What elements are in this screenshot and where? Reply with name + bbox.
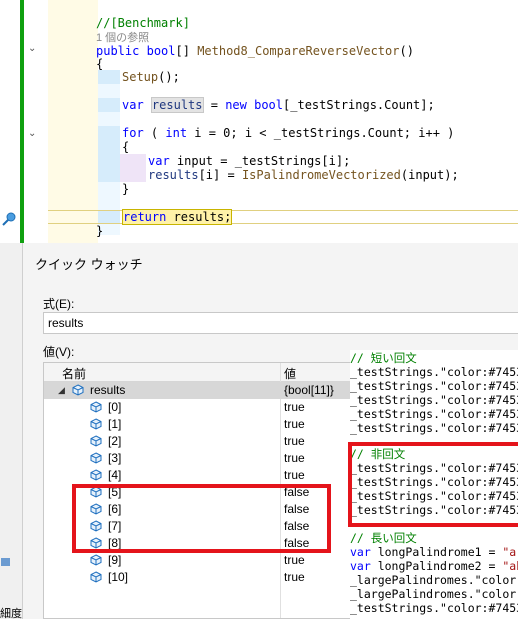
- long-palindrome-comment: // 長い回文: [350, 531, 417, 545]
- expression-input[interactable]: [43, 312, 518, 334]
- column-header-name[interactable]: 名前: [62, 365, 86, 382]
- false-values-highlight-box: [72, 484, 331, 553]
- value-cube-icon: [90, 435, 102, 447]
- tree-row-root[interactable]: ◢ results {bool[11]}: [44, 382, 372, 399]
- code-line: var longPalindrome1 = "a".: [350, 545, 518, 559]
- item-value: true: [284, 570, 305, 584]
- column-header-value[interactable]: 値: [284, 365, 296, 382]
- dialog-title: クイック ウォッチ: [35, 257, 143, 272]
- benchmark-comment: //[Benchmark]: [96, 16, 190, 30]
- scope-highlight: [98, 70, 120, 84]
- item-index: [3]: [108, 451, 122, 465]
- grid-header: 名前 値: [44, 363, 372, 382]
- return-statement: return results;: [122, 209, 233, 225]
- code-line: _largePalindromes."color:#74531f">Add(lo…: [350, 587, 518, 601]
- collapse-icon[interactable]: ⌄: [28, 44, 38, 54]
- method-signature: public bool[] Method8_CompareReverseVect…: [96, 44, 414, 58]
- value-cube-icon: [90, 571, 102, 583]
- setup-call: Setup();: [122, 70, 180, 84]
- indent-guide: [48, 0, 98, 243]
- code-line: _testStrings."color:#74531f">Add("deifie…: [350, 407, 518, 421]
- item-index: [4]: [108, 468, 122, 482]
- item-index: [0]: [108, 400, 122, 414]
- tree-row[interactable]: [9] true: [44, 552, 372, 569]
- item-value: true: [284, 400, 305, 414]
- tree-row[interactable]: [4] true: [44, 467, 372, 484]
- brace-open: {: [96, 57, 104, 71]
- object-cube-icon: [72, 384, 84, 396]
- brace-close: }: [96, 224, 104, 238]
- root-value: {bool[11]}: [284, 383, 334, 397]
- change-indicator-bar: [20, 0, 24, 243]
- code-line: _testStrings."color:#74531f">Add("radar"…: [350, 379, 518, 393]
- item-index: [2]: [108, 434, 122, 448]
- value-cube-icon: [90, 452, 102, 464]
- item-value: true: [284, 553, 305, 567]
- tree-row[interactable]: [1] true: [44, 416, 372, 433]
- scope-highlight: [98, 126, 120, 182]
- item-value: true: [284, 417, 305, 431]
- scope-highlight: [120, 154, 146, 182]
- item-value: true: [284, 451, 305, 465]
- current-line-highlight: [48, 210, 518, 224]
- tree-row[interactable]: [10] true: [44, 569, 372, 586]
- value-cube-icon: [90, 401, 102, 413]
- input-assignment: var input = _testStrings[i];: [148, 154, 351, 168]
- results-declaration: var results = new bool[_testStrings.Coun…: [122, 97, 435, 113]
- panel-icon: [1, 558, 10, 566]
- item-index: [10]: [108, 570, 129, 584]
- item-value: true: [284, 468, 305, 482]
- value-label: 値(V):: [43, 345, 75, 359]
- scope-highlight: [98, 98, 120, 112]
- item-index: [1]: [108, 417, 122, 431]
- code-line: _testStrings."color:#74531f">Add("level"…: [350, 365, 518, 379]
- code-line: _testStrings."color:#74531f">Add("civic"…: [350, 393, 518, 407]
- code-line: _testStrings."color:#74531f">Add("raceca…: [350, 421, 518, 435]
- code-line: _largePalindromes."color:#74531f">Add(lo…: [350, 573, 518, 587]
- tree-row[interactable]: [0] true: [44, 399, 372, 416]
- short-palindrome-comment: // 短い回文: [350, 351, 417, 365]
- item-index: [9]: [108, 553, 122, 567]
- pin-icon[interactable]: [0, 210, 18, 228]
- value-cube-icon: [90, 554, 102, 566]
- codelens-reference-hint[interactable]: 1 個の参照: [96, 30, 149, 45]
- code-line: var longPalindrome2 = "abc: [350, 559, 518, 573]
- root-name: results: [90, 383, 126, 397]
- expression-label: 式(E):: [43, 297, 75, 311]
- non-palindrome-highlight-box: [348, 442, 518, 527]
- collapse-arrow-icon[interactable]: ◢: [58, 385, 65, 396]
- item-value: true: [284, 434, 305, 448]
- value-cube-icon: [90, 469, 102, 481]
- tree-row[interactable]: [3] true: [44, 450, 372, 467]
- for-loop-header: for ( int i = 0; i < _testStrings.Count;…: [122, 126, 455, 140]
- editor-gutter: [0, 0, 20, 243]
- results-assignment: results[i] = IsPalindromeVectorized(inpu…: [148, 168, 459, 182]
- tree-row[interactable]: [2] true: [44, 433, 372, 450]
- side-panel-strip: 細度: [0, 243, 22, 620]
- value-cube-icon: [90, 418, 102, 430]
- code-editor[interactable]: ⌄ ⌄ //[Benchmark] 1 個の参照 public bool[] M…: [0, 0, 518, 243]
- code-line: _testStrings."color:#74531f">AddRange( l…: [350, 601, 518, 615]
- inner-brace-open: {: [122, 140, 130, 154]
- collapse-icon[interactable]: ⌄: [28, 129, 38, 139]
- inner-brace-close: }: [122, 182, 130, 196]
